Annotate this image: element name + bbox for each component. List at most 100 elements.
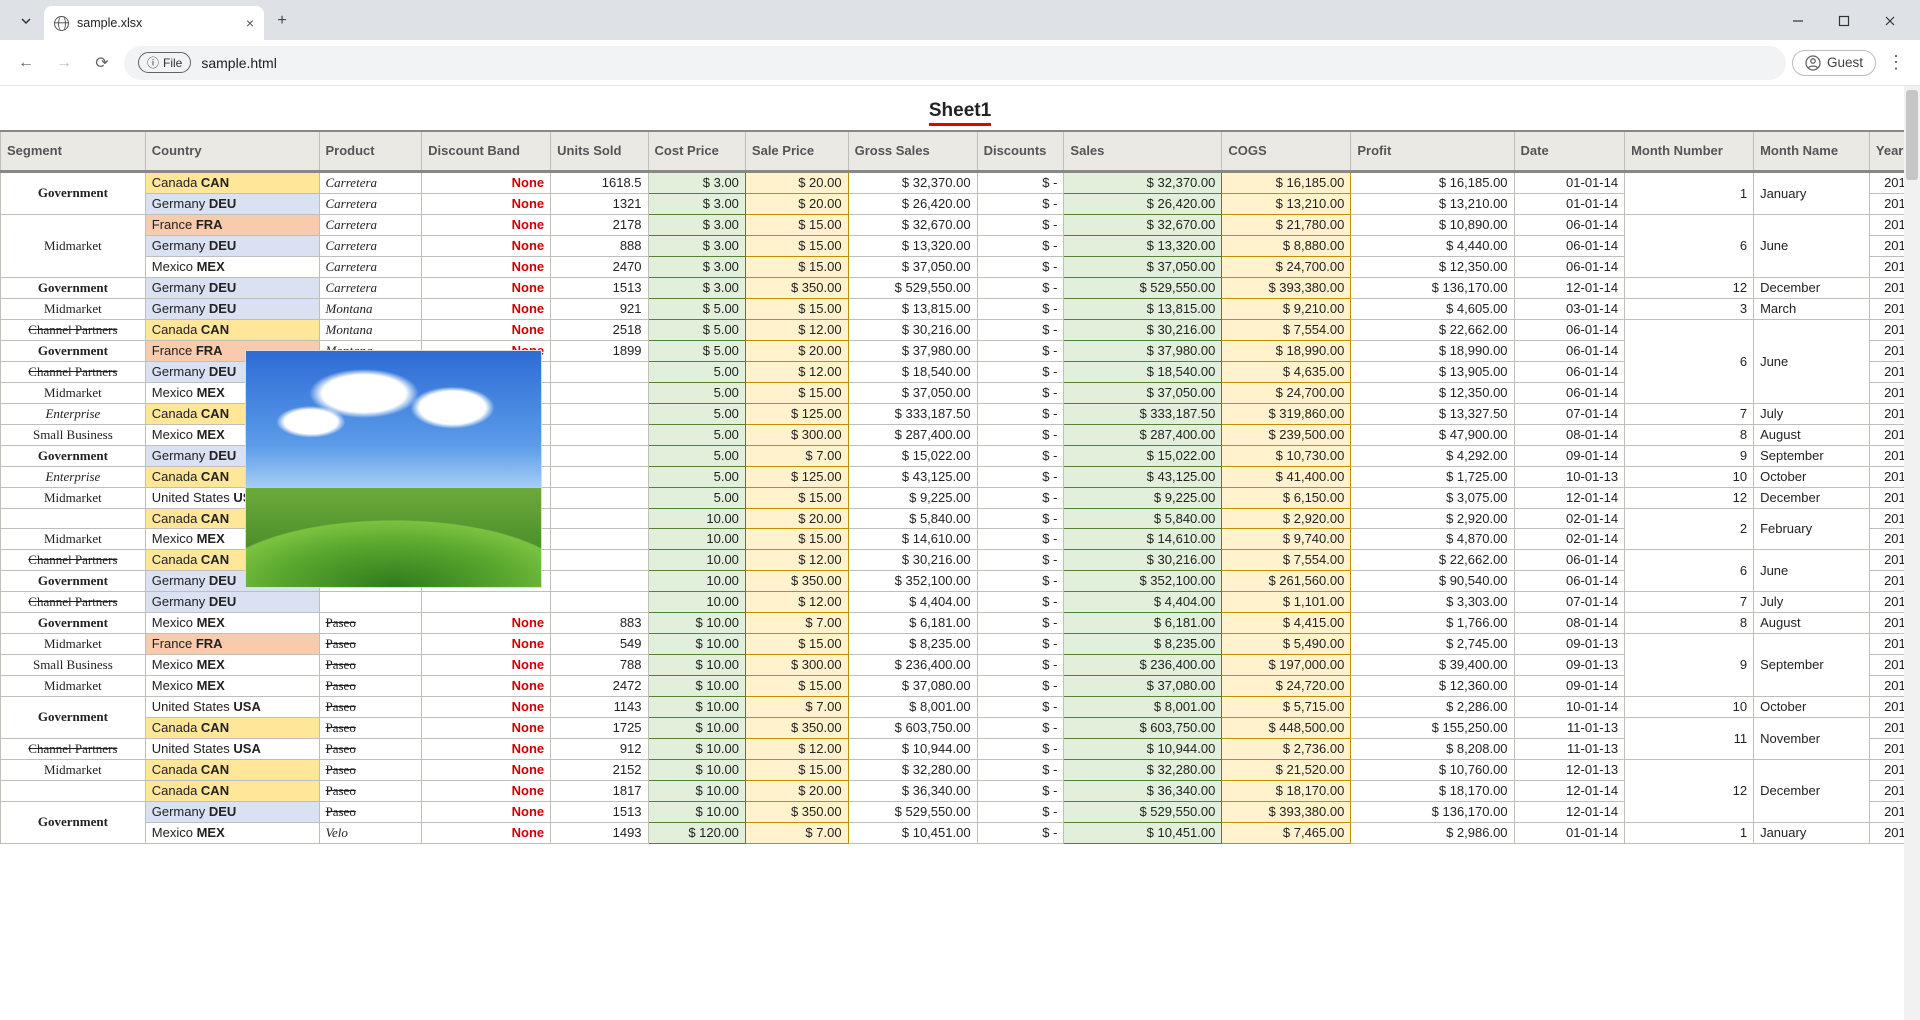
product-cell: Paseo: [319, 717, 422, 738]
profit-cell: $ 136,170.00: [1351, 277, 1514, 298]
browser-tab[interactable]: sample.xlsx ×: [44, 6, 264, 40]
window-maximize-button[interactable]: [1822, 6, 1866, 36]
country-cell: Germany DEU: [145, 235, 319, 256]
sales-cell: $ 287,400.00: [1064, 424, 1222, 445]
date-cell: 10-01-13: [1514, 466, 1625, 487]
profile-button[interactable]: Guest: [1792, 50, 1876, 76]
product-cell: Paseo: [319, 675, 422, 696]
units-cell: [551, 424, 648, 445]
month-number-cell: 10: [1625, 696, 1754, 717]
discounts-cell: $ -: [977, 612, 1064, 633]
discounts-cell: $ -: [977, 487, 1064, 508]
profit-cell: $ 4,870.00: [1351, 528, 1514, 549]
cogs-cell: $ 16,185.00: [1222, 171, 1351, 193]
tab-title: sample.xlsx: [77, 16, 142, 30]
menu-button[interactable]: ⋮: [1882, 52, 1910, 73]
segment-cell: Government: [1, 696, 146, 738]
date-cell: 10-01-14: [1514, 696, 1625, 717]
discount-band-cell: None: [422, 235, 551, 256]
reload-button[interactable]: ⟳: [86, 47, 118, 79]
gross-cell: $ 30,216.00: [848, 549, 977, 570]
units-cell: 1817: [551, 780, 648, 801]
gross-cell: $ 529,550.00: [848, 801, 977, 822]
discount-band-cell: None: [422, 319, 551, 340]
cost-cell: 10.00: [648, 570, 745, 591]
discounts-cell: $ -: [977, 193, 1064, 214]
tab-close-button[interactable]: ×: [246, 15, 254, 31]
profit-cell: $ 2,745.00: [1351, 633, 1514, 654]
table-row: MidmarketCanada CANPaseoNone2152$ 10.00$…: [1, 759, 1920, 780]
profit-cell: $ 2,286.00: [1351, 696, 1514, 717]
cost-cell: 5.00: [648, 424, 745, 445]
back-button[interactable]: ←: [10, 47, 42, 79]
discount-band-cell: None: [422, 277, 551, 298]
discounts-cell: $ -: [977, 759, 1064, 780]
page-viewport[interactable]: Sheet1 SegmentCountryProductDiscount Ban…: [0, 86, 1920, 1020]
date-cell: 02-01-14: [1514, 508, 1625, 528]
product-cell: Carretera: [319, 214, 422, 235]
column-header: Country: [145, 131, 319, 171]
discounts-cell: $ -: [977, 801, 1064, 822]
cogs-cell: $ 21,780.00: [1222, 214, 1351, 235]
discount-band-cell: None: [422, 214, 551, 235]
cogs-cell: $ 4,635.00: [1222, 361, 1351, 382]
cost-cell: $ 10.00: [648, 675, 745, 696]
embedded-image[interactable]: [245, 350, 542, 588]
column-header: Sale Price: [745, 131, 848, 171]
profit-cell: $ 12,350.00: [1351, 256, 1514, 277]
units-cell: 888: [551, 235, 648, 256]
date-cell: 06-01-14: [1514, 214, 1625, 235]
vertical-scrollbar[interactable]: [1904, 86, 1920, 1020]
segment-cell: Channel Partners: [1, 319, 146, 340]
units-cell: [551, 466, 648, 487]
cogs-cell: $ 7,465.00: [1222, 822, 1351, 843]
discounts-cell: $ -: [977, 654, 1064, 675]
discount-band-cell: None: [422, 654, 551, 675]
cost-cell: $ 10.00: [648, 780, 745, 801]
month-number-cell: 1: [1625, 171, 1754, 214]
scrollbar-thumb[interactable]: [1906, 90, 1918, 180]
units-cell: [551, 445, 648, 466]
discount-band-cell: None: [422, 633, 551, 654]
cost-cell: $ 10.00: [648, 738, 745, 759]
cost-cell: $ 10.00: [648, 717, 745, 738]
discounts-cell: $ -: [977, 214, 1064, 235]
profit-cell: $ 10,760.00: [1351, 759, 1514, 780]
segment-cell: [1, 508, 146, 528]
month-number-cell: 7: [1625, 403, 1754, 424]
profit-cell: $ 8,208.00: [1351, 738, 1514, 759]
gross-cell: $ 26,420.00: [848, 193, 977, 214]
sales-cell: $ 14,610.00: [1064, 528, 1222, 549]
cogs-cell: $ 8,880.00: [1222, 235, 1351, 256]
forward-button[interactable]: →: [48, 47, 80, 79]
window-minimize-button[interactable]: [1776, 6, 1820, 36]
gross-cell: $ 37,050.00: [848, 256, 977, 277]
product-cell: Montana: [319, 319, 422, 340]
discounts-cell: $ -: [977, 466, 1064, 487]
date-cell: 06-01-14: [1514, 256, 1625, 277]
new-tab-button[interactable]: +: [268, 7, 296, 35]
table-row: MidmarketFrance FRACarreteraNone2178$ 3.…: [1, 214, 1920, 235]
date-cell: 02-01-14: [1514, 528, 1625, 549]
window-close-button[interactable]: [1868, 6, 1912, 36]
gross-cell: $ 333,187.50: [848, 403, 977, 424]
units-cell: 912: [551, 738, 648, 759]
discounts-cell: $ -: [977, 277, 1064, 298]
cost-cell: 5.00: [648, 403, 745, 424]
sales-cell: $ 8,001.00: [1064, 696, 1222, 717]
table-row: Channel PartnersGermany DEU10.00$ 12.00$…: [1, 591, 1920, 612]
product-cell: Carretera: [319, 256, 422, 277]
month-name-cell: June: [1754, 549, 1870, 591]
sales-cell: $ 10,451.00: [1064, 822, 1222, 843]
segment-cell: Midmarket: [1, 214, 146, 277]
tab-search-button[interactable]: [12, 7, 40, 35]
browser-toolbar: ← → ⟳ ⓘ File sample.html Guest ⋮: [0, 40, 1920, 86]
segment-cell: Government: [1, 801, 146, 843]
gross-cell: $ 9,225.00: [848, 487, 977, 508]
sale-cell: $ 12.00: [745, 738, 848, 759]
country-cell: France FRA: [145, 633, 319, 654]
gross-cell: $ 603,750.00: [848, 717, 977, 738]
address-bar[interactable]: ⓘ File sample.html: [124, 46, 1786, 80]
segment-cell: Channel Partners: [1, 549, 146, 570]
sales-cell: $ 4,404.00: [1064, 591, 1222, 612]
